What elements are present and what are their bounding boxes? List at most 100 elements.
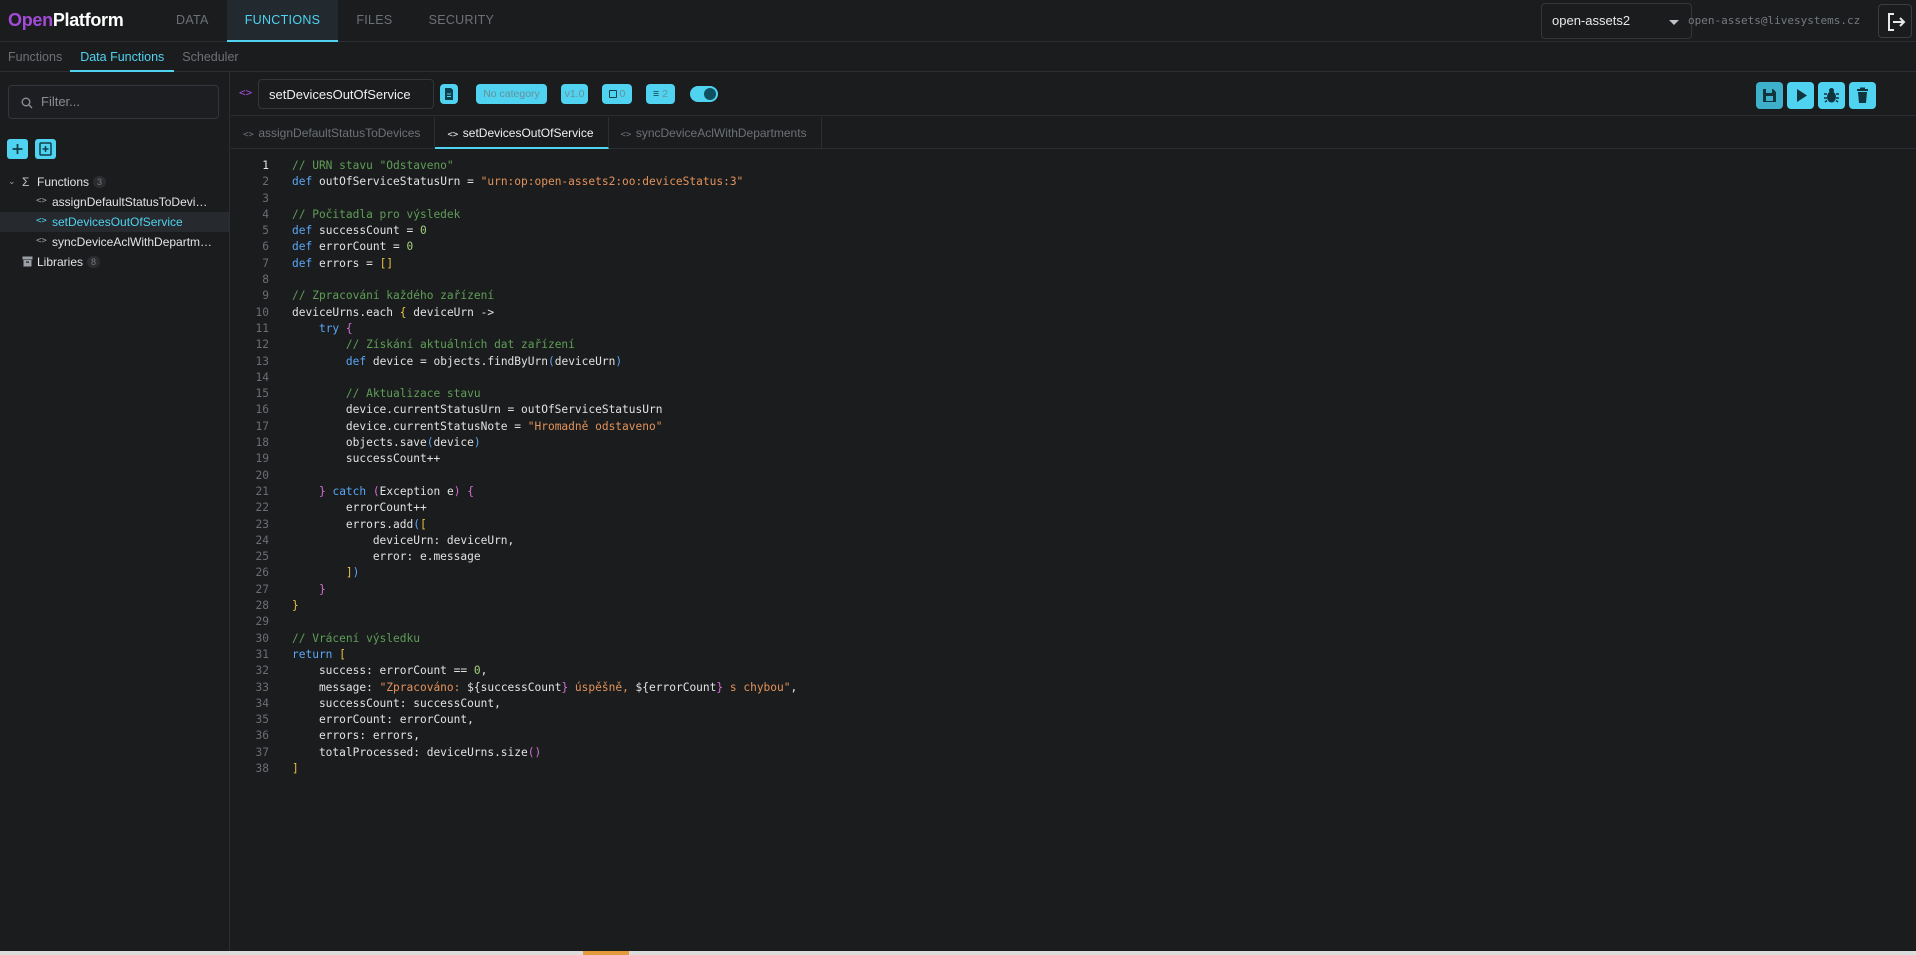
logout-button[interactable]	[1878, 4, 1912, 38]
run-button[interactable]	[1787, 82, 1814, 109]
code-line-text: message: "Zpracováno: ${successCount} ús…	[292, 680, 798, 694]
subnav-functions[interactable]: Functions	[0, 42, 70, 72]
code-line[interactable]: 2 def outOfServiceStatusUrn = "urn:op:ope…	[231, 174, 1916, 190]
code-line[interactable]: 23 errors.add([	[231, 517, 1916, 533]
sidebar: ⌄ Σ Functions3 <> assignDefaultStatusToD…	[0, 72, 230, 955]
tree-item-set-devices-out-of-service[interactable]: <> setDevicesOutOfService	[0, 212, 229, 232]
nav-data[interactable]: DATA	[158, 0, 227, 42]
code-line[interactable]: 15 // Aktualizace stavu	[231, 386, 1916, 402]
nav-files[interactable]: FILES	[338, 0, 410, 42]
code-editor[interactable]: 1 // URN stavu "Odstaveno" 2 def outOfServi…	[231, 158, 1916, 955]
code-line-text: // Počitadla pro výsledek	[292, 207, 461, 221]
version-badge[interactable]: v1.0	[561, 84, 588, 104]
line-number: 16	[255, 403, 269, 417]
code-line[interactable]: 36 errors: errors,	[231, 728, 1916, 744]
code-line[interactable]: 13 def device = objects.findByUrn(device…	[231, 354, 1916, 370]
tab-sync-device-acl[interactable]: <> syncDeviceAclWithDepartments	[609, 117, 822, 149]
add-function-button[interactable]	[7, 139, 28, 159]
code-line[interactable]: 32 success: errorCount == 0,	[231, 663, 1916, 679]
code-line[interactable]: 19 successCount++	[231, 451, 1916, 467]
line-number: 17	[255, 419, 269, 433]
code-line[interactable]: 3	[231, 191, 1916, 207]
category-badge[interactable]: No category	[476, 84, 547, 104]
code-line[interactable]: 38]	[231, 761, 1916, 777]
code-line[interactable]: 25 error: e.message	[231, 549, 1916, 565]
subnav-data-functions[interactable]: Data Functions	[70, 42, 175, 72]
code-line[interactable]: 18 objects.save(device)	[231, 435, 1916, 451]
copies-badge[interactable]: 0	[602, 84, 632, 104]
code-line[interactable]: 29	[231, 614, 1916, 630]
save-button[interactable]	[1756, 82, 1783, 109]
function-name-field[interactable]: setDevicesOutOfService	[258, 79, 434, 109]
code-line-text: deviceUrn: deviceUrn,	[292, 533, 515, 547]
document-button[interactable]	[440, 84, 458, 104]
bottom-scrollbar	[0, 951, 1916, 955]
code-line[interactable]: 6 def errorCount = 0	[231, 239, 1916, 255]
code-line-text: // Vrácení výsledku	[292, 631, 420, 645]
project-select[interactable]: open-assets2	[1541, 3, 1692, 39]
code-icon: <>	[36, 236, 47, 246]
code-line[interactable]: 9 // Zpracování každého zařízení	[231, 288, 1916, 304]
nav-functions[interactable]: FUNCTIONS	[226, 0, 339, 42]
code-line[interactable]: 11 try {	[231, 321, 1916, 337]
line-number: 4	[262, 207, 269, 221]
code-line[interactable]: 24 deviceUrn: deviceUrn,	[231, 533, 1916, 549]
code-line[interactable]: 26 ])	[231, 565, 1916, 581]
debug-button[interactable]	[1818, 82, 1845, 109]
code-line[interactable]: 14	[231, 370, 1916, 386]
code-line[interactable]: 8	[231, 272, 1916, 288]
code-line[interactable]: 31 return [	[231, 647, 1916, 663]
filter-field[interactable]	[8, 85, 219, 119]
nav-security[interactable]: SECURITY	[411, 0, 513, 42]
code-line[interactable]: 27 }	[231, 582, 1916, 598]
tree-group-libraries[interactable]: Libraries 8	[0, 252, 229, 272]
code-icon: <>	[243, 130, 254, 140]
code-line[interactable]: 35 errorCount: errorCount,	[231, 712, 1916, 728]
code-line[interactable]: 5 def successCount = 0	[231, 223, 1916, 239]
code-line[interactable]: 37 totalProcessed: deviceUrns.size()	[231, 745, 1916, 761]
code-line-text: objects.save(device)	[292, 436, 481, 450]
functions-label: Functions	[37, 175, 90, 189]
code-line[interactable]: 12 // Získání aktuálních dat zařízení	[231, 337, 1916, 353]
line-number: 6	[262, 240, 269, 254]
document-icon	[445, 88, 453, 100]
code-line[interactable]: 17 device.currentStatusNote = "Hromadně …	[231, 419, 1916, 435]
app-logo[interactable]: OpenPlatform	[8, 10, 124, 31]
add-library-button[interactable]	[35, 139, 56, 159]
code-line[interactable]: 33 message: "Zpracováno: ${successCount}…	[231, 680, 1916, 696]
code-line[interactable]: 21 } catch (Exception e) {	[231, 484, 1916, 500]
code-line-text: // Aktualizace stavu	[345, 387, 481, 401]
delete-button[interactable]	[1849, 82, 1876, 109]
code-line-text: return [	[292, 647, 346, 661]
code-line[interactable]: 22 errorCount++	[231, 500, 1916, 516]
tree-item-label: setDevicesOutOfService	[52, 215, 183, 229]
filter-input[interactable]	[41, 94, 211, 109]
tree-item-assign-default-status[interactable]: <> assignDefaultStatusToDevi…	[0, 192, 229, 212]
code-line[interactable]: 10 deviceUrns.each { deviceUrn ->	[231, 305, 1916, 321]
save-icon	[1763, 89, 1776, 102]
line-number: 11	[255, 321, 269, 335]
code-line-text: def successCount = 0	[292, 224, 427, 238]
tree-item-label: assignDefaultStatusToDevi…	[52, 195, 208, 209]
line-number: 2	[262, 175, 269, 189]
code-line[interactable]: 34 successCount: successCount,	[231, 696, 1916, 712]
enabled-toggle[interactable]	[690, 86, 718, 102]
code-line[interactable]: 7 def errors = []	[231, 256, 1916, 272]
code-line[interactable]: 4 // Počitadla pro výsledek	[231, 207, 1916, 223]
tree-item-sync-device-acl[interactable]: <> syncDeviceAclWithDepartm…	[0, 232, 229, 252]
copy-icon	[608, 90, 617, 98]
params-badge[interactable]: ≡ 2	[646, 84, 675, 104]
code-line[interactable]: 16 device.currentStatusUrn = outOfServic…	[231, 402, 1916, 418]
code-line[interactable]: 30 // Vrácení výsledku	[231, 631, 1916, 647]
libraries-count: 8	[87, 256, 101, 268]
code-line[interactable]: 28}	[231, 598, 1916, 614]
tree-group-functions[interactable]: ⌄ Σ Functions 3	[0, 172, 229, 192]
tab-assign-default-status[interactable]: <> assignDefaultStatusToDevices	[231, 117, 436, 149]
line-number: 12	[255, 338, 269, 352]
tab-set-devices-out-of-service[interactable]: <> setDevicesOutOfService	[435, 117, 609, 149]
line-number: 18	[255, 436, 269, 450]
subnav-scheduler[interactable]: Scheduler	[174, 42, 246, 72]
code-line[interactable]: 20	[231, 468, 1916, 484]
line-number: 27	[255, 582, 269, 596]
code-line[interactable]: 1 // URN stavu "Odstaveno"	[231, 158, 1916, 174]
